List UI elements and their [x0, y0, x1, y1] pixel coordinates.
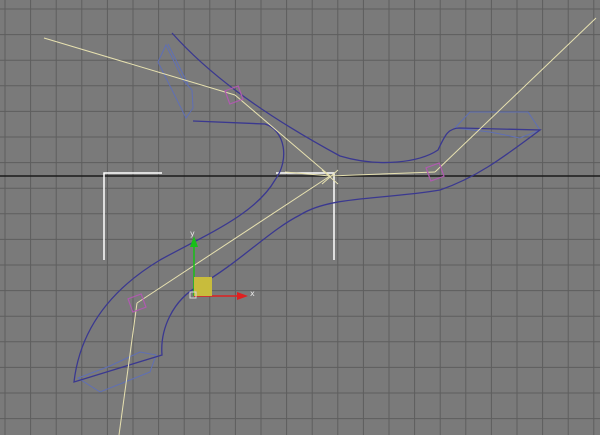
- trajectory-right: [434, 17, 597, 173]
- bracket-right: [276, 172, 335, 260]
- gizmo-xy-plane[interactable]: [194, 277, 212, 296]
- helper-outline-bottom: [76, 351, 157, 393]
- gizmo-x-arrow[interactable]: [237, 292, 248, 300]
- helper-outline-top: [157, 43, 194, 119]
- viewport-canvas[interactable]: x y: [0, 0, 600, 435]
- trajectory-bottom: [118, 302, 138, 435]
- helper-outlines: [76, 43, 541, 393]
- gizmo-x-label: x: [250, 289, 255, 298]
- gizmo-y-label: y: [190, 229, 195, 238]
- camera-frame-brackets: [103, 172, 335, 260]
- trajectory-lines: [43, 17, 597, 435]
- helper-outline-right: [453, 111, 541, 139]
- perspective-viewport[interactable]: x y: [0, 0, 600, 435]
- grid-lines: [0, 0, 600, 435]
